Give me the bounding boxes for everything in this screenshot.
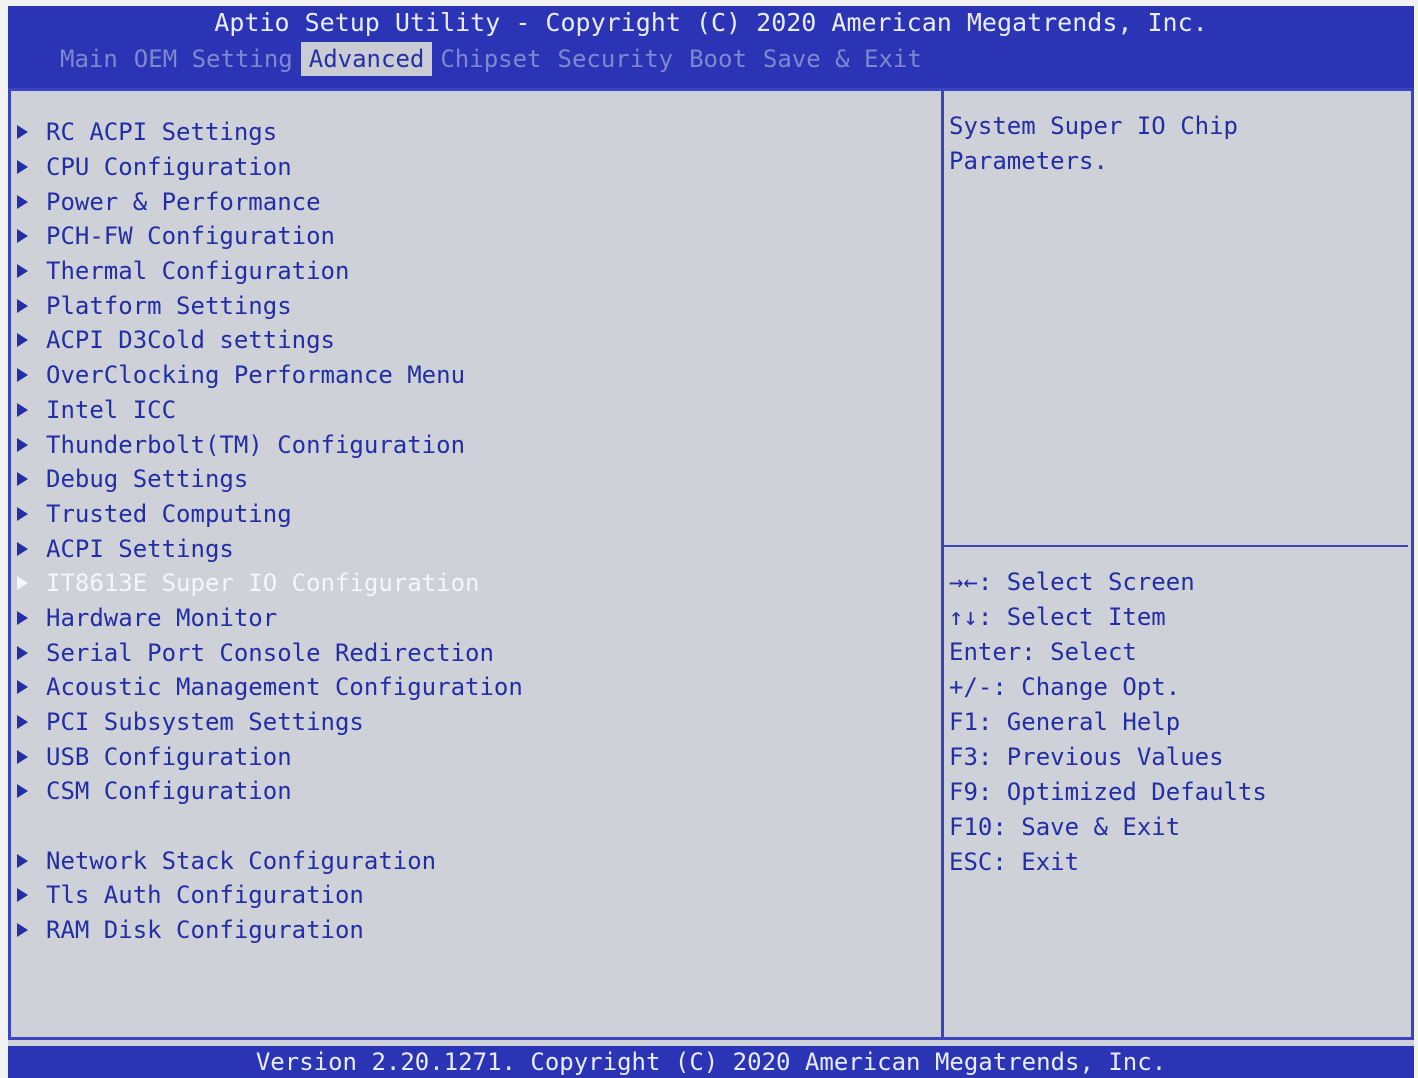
- menu-item-label: Power & Performance: [46, 187, 321, 216]
- key-general-help: F1: General Help: [949, 708, 1181, 736]
- tab-advanced[interactable]: Advanced: [300, 42, 433, 76]
- submenu-arrow-icon: [17, 541, 28, 556]
- key-save-exit: F10: Save & Exit: [949, 813, 1181, 841]
- menu-item-overclocking-performance-menu[interactable]: OverClocking Performance Menu: [15, 358, 915, 393]
- menu-item-thermal-configuration[interactable]: Thermal Configuration: [15, 254, 915, 289]
- submenu-arrow-icon: [17, 923, 28, 938]
- menu-item-network-stack-configuration[interactable]: Network Stack Configuration: [15, 843, 915, 878]
- menu-item-label: Thunderbolt(TM) Configuration: [46, 430, 466, 459]
- menu-item-label: Acoustic Management Configuration: [46, 673, 523, 702]
- submenu-arrow-icon: [17, 402, 28, 417]
- key-select-screen: →←: Select Screen: [949, 568, 1195, 596]
- menu-item-thunderbolt-configuration[interactable]: Thunderbolt(TM) Configuration: [15, 427, 915, 462]
- submenu-arrow-icon: [17, 680, 28, 695]
- menu-item-label: Thermal Configuration: [46, 257, 350, 286]
- menu-item-label: Serial Port Console Redirection: [46, 638, 494, 667]
- key-previous-values: F3: Previous Values: [949, 743, 1224, 771]
- tab-security[interactable]: Security: [550, 42, 682, 76]
- tab-save-exit[interactable]: Save & Exit: [755, 42, 930, 76]
- menu-item-label: PCI Subsystem Settings: [46, 708, 364, 737]
- menu-item-power-performance[interactable]: Power & Performance: [15, 184, 915, 219]
- menu-item-label: RAM Disk Configuration: [46, 916, 364, 945]
- submenu-arrow-icon: [17, 506, 28, 521]
- menu-item-csm-configuration[interactable]: CSM Configuration: [15, 774, 915, 809]
- tab-bar: Main OEM Setting Advanced Chipset Securi…: [52, 42, 930, 76]
- menu-item-acoustic-management-configuration[interactable]: Acoustic Management Configuration: [15, 670, 915, 705]
- submenu-arrow-icon: [17, 229, 28, 244]
- submenu-arrow-icon: [17, 125, 28, 140]
- bios-screen: Aptio Setup Utility - Copyright (C) 2020…: [8, 6, 1414, 1078]
- menu-item-trusted-computing[interactable]: Trusted Computing: [15, 497, 915, 532]
- menu-item-label: CSM Configuration: [46, 777, 292, 806]
- menu-item-platform-settings[interactable]: Platform Settings: [15, 288, 915, 323]
- key-change-option: +/-: Change Opt.: [949, 673, 1181, 701]
- tab-main[interactable]: Main: [52, 42, 126, 76]
- tab-oem-setting[interactable]: OEM Setting: [126, 42, 301, 76]
- menu-item-usb-configuration[interactable]: USB Configuration: [15, 739, 915, 774]
- menu-item-serial-port-console-redirection[interactable]: Serial Port Console Redirection: [15, 635, 915, 670]
- menu-item-label: Platform Settings: [46, 291, 292, 320]
- menu-item-intel-icc[interactable]: Intel ICC: [15, 393, 915, 428]
- panel-divider: [941, 91, 944, 1037]
- submenu-arrow-icon: [17, 298, 28, 313]
- key-optimized-defaults: F9: Optimized Defaults: [949, 778, 1267, 806]
- menu-item-label: Debug Settings: [46, 465, 249, 494]
- menu-item-label: RC ACPI Settings: [46, 118, 278, 147]
- submenu-arrow-icon: [17, 645, 28, 660]
- header-bar: Aptio Setup Utility - Copyright (C) 2020…: [8, 6, 1414, 88]
- menu-item-acpi-settings[interactable]: ACPI Settings: [15, 531, 915, 566]
- help-text: System Super IO Chip Parameters.: [949, 112, 1238, 175]
- version-footer: Version 2.20.1271. Copyright (C) 2020 Am…: [8, 1046, 1414, 1078]
- menu-item-rc-acpi-settings[interactable]: RC ACPI Settings: [15, 115, 915, 150]
- menu-item-label: ACPI D3Cold settings: [46, 326, 335, 355]
- utility-title: Aptio Setup Utility - Copyright (C) 2020…: [214, 8, 1208, 37]
- menu-item-label: USB Configuration: [46, 742, 292, 771]
- help-keys-separator: [944, 545, 1408, 547]
- submenu-arrow-icon: [17, 576, 28, 591]
- submenu-arrow-icon: [17, 264, 28, 279]
- submenu-arrow-icon: [17, 472, 28, 487]
- menu-item-label: OverClocking Performance Menu: [46, 361, 466, 390]
- menu-item-pch-fw-configuration[interactable]: PCH-FW Configuration: [15, 219, 915, 254]
- menu-item-hardware-monitor[interactable]: Hardware Monitor: [15, 601, 915, 636]
- submenu-arrow-icon: [17, 610, 28, 625]
- menu-item-acpi-d3cold-settings[interactable]: ACPI D3Cold settings: [15, 323, 915, 358]
- menu-item-tls-auth-configuration[interactable]: Tls Auth Configuration: [15, 878, 915, 913]
- key-legend: →←: Select Screen ↑↓: Select Item Enter:…: [949, 565, 1409, 880]
- tab-chipset[interactable]: Chipset: [432, 42, 549, 76]
- menu-item-label: Tls Auth Configuration: [46, 881, 364, 910]
- menu-item-ram-disk-configuration[interactable]: RAM Disk Configuration: [15, 913, 915, 948]
- submenu-arrow-icon: [17, 437, 28, 452]
- menu-item-label: CPU Configuration: [46, 153, 292, 182]
- tab-boot[interactable]: Boot: [681, 42, 755, 76]
- menu-item-label: Intel ICC: [46, 395, 177, 424]
- menu-item-debug-settings[interactable]: Debug Settings: [15, 462, 915, 497]
- menu-item-pci-subsystem-settings[interactable]: PCI Subsystem Settings: [15, 705, 915, 740]
- menu-item-label: IT8613E Super IO Configuration: [46, 569, 480, 598]
- menu-item-label: Trusted Computing: [46, 499, 292, 528]
- submenu-arrow-icon: [17, 749, 28, 764]
- submenu-arrow-icon: [17, 853, 28, 868]
- menu-item-label: Hardware Monitor: [46, 603, 278, 632]
- submenu-arrow-icon: [17, 888, 28, 903]
- advanced-menu: RC ACPI Settings CPU Configuration Power…: [15, 115, 915, 948]
- submenu-arrow-icon: [17, 194, 28, 209]
- content-panel: RC ACPI Settings CPU Configuration Power…: [8, 88, 1414, 1040]
- submenu-arrow-icon: [17, 784, 28, 799]
- submenu-arrow-icon: [17, 333, 28, 348]
- menu-item-cpu-configuration[interactable]: CPU Configuration: [15, 150, 915, 185]
- submenu-arrow-icon: [17, 715, 28, 730]
- menu-item-label: Network Stack Configuration: [46, 846, 437, 875]
- key-escape-exit: ESC: Exit: [949, 848, 1080, 876]
- key-enter-select: Enter: Select: [949, 638, 1137, 666]
- menu-item-label: ACPI Settings: [46, 534, 234, 563]
- submenu-arrow-icon: [17, 160, 28, 175]
- menu-item-super-io-configuration[interactable]: IT8613E Super IO Configuration: [15, 566, 915, 601]
- menu-item-label: PCH-FW Configuration: [46, 222, 335, 251]
- key-select-item: ↑↓: Select Item: [949, 603, 1166, 631]
- submenu-arrow-icon: [17, 368, 28, 383]
